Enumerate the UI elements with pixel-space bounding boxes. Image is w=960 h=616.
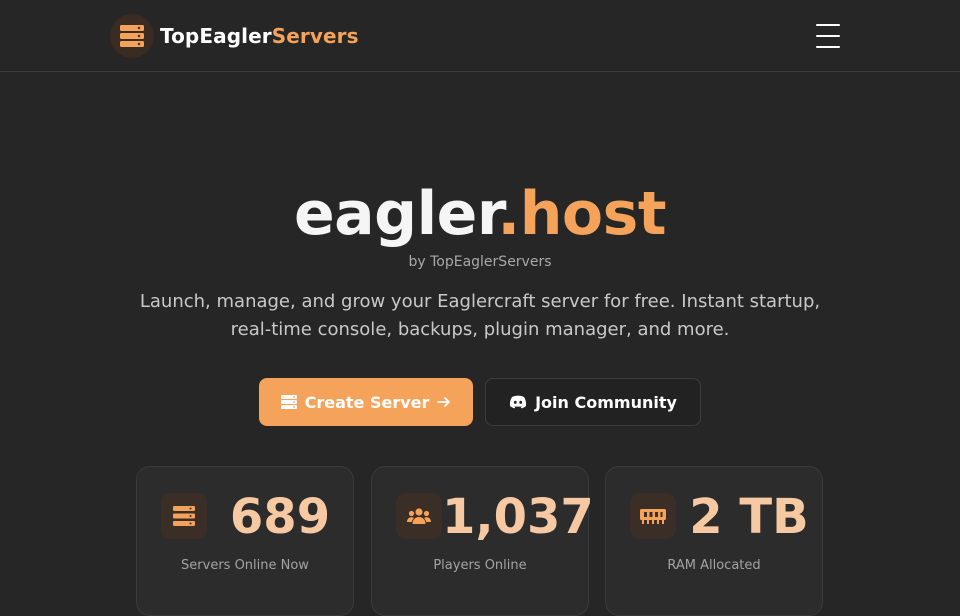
stat-card-players: 1,037 Players Online [371, 466, 594, 616]
stat-label: Players Online [433, 558, 527, 573]
navbar: TopEaglerServers [0, 0, 960, 72]
brand-name-accent: Servers [271, 24, 359, 48]
join-community-button[interactable]: Join Community [485, 378, 701, 426]
create-server-button[interactable]: Create Server [259, 378, 473, 426]
memory-icon [630, 493, 676, 539]
users-icon [396, 493, 442, 539]
stat-card-ram: 2 TB RAM Allocated [605, 466, 823, 616]
server-icon [280, 394, 297, 410]
hero-title-accent: .host [497, 179, 667, 249]
server-icon [110, 14, 154, 58]
create-server-label: Create Server [304, 392, 430, 412]
discord-icon [509, 395, 527, 409]
hero-description: Launch, manage, and grow your Eaglercraf… [139, 291, 821, 340]
hero-subtitle: by TopEaglerServers [408, 254, 552, 270]
hero-title-main: eagler [293, 179, 498, 249]
server-icon [161, 493, 207, 539]
stat-value: 2 TB [689, 489, 809, 545]
stat-value: 689 [229, 489, 331, 545]
stat-value: 1,037 [442, 489, 594, 545]
hero-title: eagler.host [0, 178, 960, 250]
hamburger-menu-icon[interactable] [812, 22, 844, 50]
stat-label: RAM Allocated [667, 558, 761, 573]
stat-card-servers: 689 Servers Online Now [136, 466, 354, 616]
arrow-right-icon [437, 395, 451, 409]
brand-logo-link[interactable]: TopEaglerServers [110, 14, 359, 58]
stat-label: Servers Online Now [181, 558, 309, 573]
join-community-label: Join Community [535, 392, 677, 412]
brand-name: TopEaglerServers [160, 24, 359, 48]
brand-name-primary: TopEagler [160, 24, 272, 48]
